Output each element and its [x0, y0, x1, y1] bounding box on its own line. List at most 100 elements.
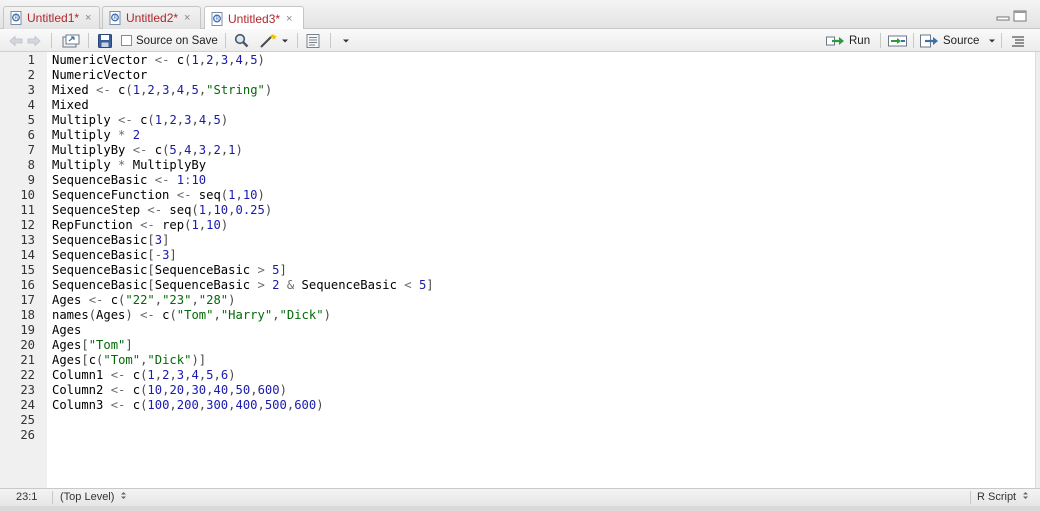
code-token: 1 — [176, 173, 185, 187]
code-token: , — [191, 143, 199, 157]
chevron-down-icon[interactable] — [988, 38, 996, 44]
close-icon[interactable]: × — [184, 12, 190, 24]
run-button[interactable]: Run — [826, 29, 870, 52]
code-line[interactable]: Mixed — [52, 98, 89, 113]
line-number: 26 — [20, 428, 35, 442]
code-token: c — [132, 398, 141, 412]
code-line[interactable]: SequenceBasic[SequenceBasic > 5] — [52, 263, 287, 278]
code-token: , — [250, 383, 258, 397]
source-button[interactable]: Source — [920, 29, 996, 52]
code-token: - — [154, 248, 163, 262]
forward-button[interactable] — [27, 29, 41, 52]
code-line[interactable]: MultiplyBy <- c(5,4,3,2,1) — [52, 143, 243, 158]
code-line[interactable]: SequenceBasic <- 1:10 — [52, 173, 206, 188]
code-line[interactable]: Ages[c("Tom","Dick")] — [52, 353, 206, 368]
rerun-button[interactable] — [888, 29, 908, 52]
code-token: MultiplyBy — [132, 158, 207, 172]
code-line[interactable]: SequenceFunction <- seq(1,10) — [52, 188, 265, 203]
code-token: ] — [162, 233, 170, 247]
code-token: Multiply — [52, 113, 119, 127]
code-line[interactable]: RepFunction <- rep(1,10) — [52, 218, 228, 233]
show-in-window-button[interactable] — [62, 29, 80, 52]
back-button[interactable] — [9, 29, 23, 52]
line-number-gutter: 1 2 3 4 5 6 7 8 9 10 11 12 13 14 15 16 17 18 19 20 21 22 23 24 2… — [0, 52, 47, 488]
code-line[interactable]: Multiply <- c(1,2,3,4,5) — [52, 113, 228, 128]
close-icon[interactable]: × — [286, 13, 292, 25]
code-line[interactable]: Mixed <- c(1,2,3,4,5,"String") — [52, 83, 272, 98]
code-token: Column2 — [52, 383, 111, 397]
minimize-icon[interactable] — [996, 10, 1010, 22]
code-token: "String" — [206, 83, 265, 97]
toolbar-divider — [1001, 33, 1002, 48]
scope-selector[interactable]: (Top Level) — [60, 489, 127, 506]
code-token: 0.25 — [235, 203, 265, 217]
code-token: <- — [154, 173, 177, 187]
code-token: 2 — [147, 83, 155, 97]
code-token: 30 — [191, 383, 207, 397]
toolbar-divider — [913, 33, 914, 48]
code-token: c — [176, 53, 185, 67]
code-line[interactable]: Column1 <- c(1,2,3,4,5,6) — [52, 368, 236, 383]
compile-report-button[interactable] — [306, 29, 320, 52]
line-number: 21 — [20, 353, 35, 367]
pane-splitter[interactable] — [0, 506, 1040, 511]
tab-bar: R Untitled1* × R Untitled2* × R Untitled… — [0, 0, 1040, 30]
line-number: 17 — [20, 293, 35, 307]
updown-chevron-icon — [121, 492, 127, 499]
code-line[interactable]: NumericVector <- c(1,2,3,4,5) — [52, 53, 265, 68]
vertical-scrollbar[interactable] — [1035, 52, 1040, 488]
code-line[interactable]: Column2 <- c(10,20,30,40,50,600) — [52, 383, 287, 398]
code-line[interactable]: SequenceBasic[-3] — [52, 248, 177, 263]
r-file-icon: R — [10, 11, 22, 25]
code-token: Mixed — [52, 83, 97, 97]
source-on-save-checkbox[interactable] — [121, 35, 132, 46]
code-token: "22" — [125, 293, 155, 307]
code-token: 20 — [169, 383, 185, 397]
code-token: ) — [279, 383, 287, 397]
code-line[interactable]: Column3 <- c(100,200,300,400,500,600) — [52, 398, 324, 413]
code-line[interactable]: SequenceStep <- seq(1,10,0.25) — [52, 203, 272, 218]
line-number: 18 — [20, 308, 35, 322]
code-line[interactable]: SequenceBasic[3] — [52, 233, 169, 248]
code-token: SequenceBasic — [154, 278, 258, 292]
code-token: ] — [125, 338, 133, 352]
code-token: ] — [426, 278, 434, 292]
code-token: MultiplyBy — [52, 143, 133, 157]
find-button[interactable] — [234, 29, 249, 52]
toolbar-divider — [88, 33, 89, 48]
updown-chevron-icon — [1023, 492, 1029, 499]
more-options-button[interactable] — [342, 29, 350, 52]
code-line[interactable]: Multiply * 2 — [52, 128, 140, 143]
file-type-selector[interactable]: R Script — [977, 489, 1029, 506]
save-button[interactable] — [98, 29, 112, 52]
code-line[interactable]: Ages — [52, 323, 81, 338]
code-line[interactable]: SequenceBasic[SequenceBasic > 2 & Sequen… — [52, 278, 434, 293]
cursor-position: 23:1 — [16, 491, 38, 503]
code-line[interactable]: names(Ages) <- c("Tom","Harry","Dick") — [52, 308, 331, 323]
line-number: 10 — [20, 188, 35, 202]
code-token: )] — [191, 353, 207, 367]
code-line[interactable]: Ages <- c("22","23","28") — [52, 293, 236, 308]
line-number: 12 — [20, 218, 35, 232]
code-editor[interactable]: 1 2 3 4 5 6 7 8 9 10 11 12 13 14 15 16 17 18 19 20 21 22 23 24 2… — [0, 52, 1035, 488]
scope-label: (Top Level) — [60, 491, 115, 503]
tab-untitled2[interactable]: R Untitled2* × — [102, 6, 201, 29]
line-number: 9 — [27, 173, 35, 187]
line-number: 15 — [20, 263, 35, 277]
code-line[interactable]: Multiply * MultiplyBy — [52, 158, 206, 173]
document-outline-button[interactable] — [1011, 29, 1025, 52]
source-on-save-toggle[interactable]: Source on Save — [121, 29, 218, 52]
tab-untitled3[interactable]: R Untitled3* × — [204, 6, 304, 30]
tab-untitled1[interactable]: R Untitled1* × — [3, 6, 100, 29]
code-token: 10 — [206, 218, 221, 232]
code-tools-button[interactable] — [259, 29, 289, 52]
code-token: ) — [228, 368, 236, 382]
code-token: seq — [169, 203, 192, 217]
source-label: Source — [943, 34, 980, 47]
code-line[interactable]: Ages["Tom"] — [52, 338, 133, 353]
code-token: c — [154, 143, 163, 157]
close-icon[interactable]: × — [85, 12, 91, 24]
code-line[interactable]: NumericVector — [52, 68, 147, 83]
code-token: , — [206, 113, 214, 127]
maximize-icon[interactable] — [1013, 10, 1027, 22]
